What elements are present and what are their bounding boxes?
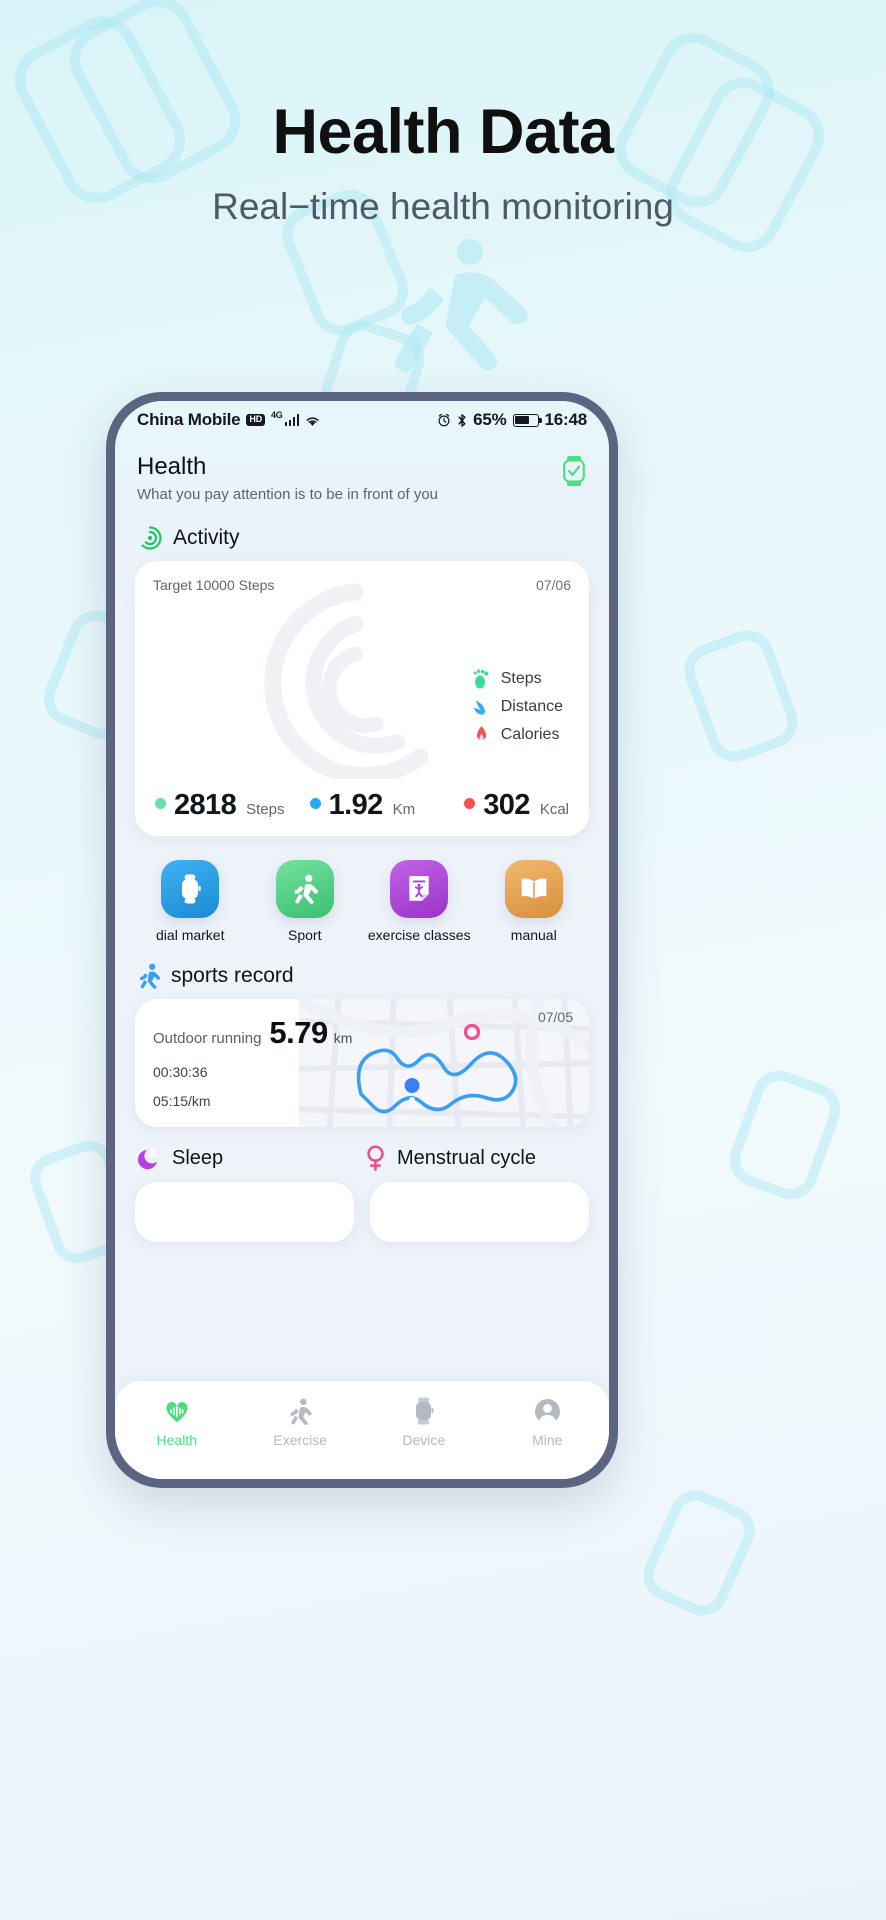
legend-label: Calories bbox=[500, 726, 560, 744]
female-symbol-icon bbox=[367, 1145, 384, 1172]
runner-icon bbox=[275, 860, 334, 919]
section-title-sports-record: sports record bbox=[115, 947, 609, 999]
sports-record-card[interactable]: 07/05 Outdoor running 5.79 km 00:30:36 0… bbox=[135, 999, 589, 1128]
tab-label: Exercise bbox=[273, 1432, 328, 1448]
sport-duration: 00:30:36 bbox=[153, 1064, 208, 1081]
phone-mockup: China Mobile HD 4G 65% 16:48 Health What… bbox=[106, 392, 618, 1488]
shortcut-label: Sport bbox=[288, 927, 322, 944]
app-scroll-container[interactable]: China Mobile HD 4G 65% 16:48 Health What… bbox=[115, 401, 609, 1479]
book-icon bbox=[504, 860, 563, 919]
carrier-label: China Mobile bbox=[137, 410, 241, 429]
app-subtitle: What you pay attention is to be in front… bbox=[137, 486, 439, 504]
watch-check-icon[interactable] bbox=[561, 455, 587, 492]
stat-value: 302 bbox=[483, 789, 530, 822]
stat-dot bbox=[464, 798, 476, 810]
sport-type-label: Outdoor running bbox=[153, 1030, 262, 1048]
section-title-activity: Activity bbox=[115, 509, 609, 561]
sport-pace: 05:15/km bbox=[153, 1093, 211, 1110]
watch-icon bbox=[362, 1395, 486, 1427]
tab-health[interactable]: Health bbox=[115, 1395, 239, 1448]
stat-dot bbox=[155, 798, 166, 810]
status-bar: China Mobile HD 4G 65% 16:48 bbox=[115, 401, 609, 439]
phone-screen: China Mobile HD 4G 65% 16:48 Health What… bbox=[115, 401, 609, 1479]
watch-face-icon bbox=[161, 860, 220, 919]
section-title-menstrual: Menstrual cycle bbox=[362, 1145, 587, 1172]
shortcut-label: manual bbox=[510, 927, 557, 944]
section-title-label: Menstrual cycle bbox=[397, 1147, 536, 1170]
app-header: Health What you pay attention is to be i… bbox=[115, 439, 609, 509]
legend-item-steps: Steps bbox=[473, 665, 563, 693]
footprint-icon bbox=[473, 669, 489, 689]
stat-unit: Kcal bbox=[539, 801, 569, 819]
menstrual-card[interactable] bbox=[370, 1182, 589, 1243]
wave-icon bbox=[473, 700, 486, 716]
app-title: Health bbox=[137, 453, 207, 480]
section-title-label: Sleep bbox=[172, 1147, 224, 1170]
activity-rings-icon bbox=[141, 526, 162, 550]
signal-bars-icon bbox=[284, 414, 300, 426]
shortcut-grid: dial market Sport exercise classes manua… bbox=[115, 836, 609, 947]
stat-distance: 1.92 Km bbox=[309, 789, 465, 822]
running-icon bbox=[139, 964, 161, 990]
progress-rings bbox=[264, 583, 429, 780]
rings-legend: Steps Distance Calories bbox=[473, 665, 563, 749]
runner-icon bbox=[239, 1395, 363, 1427]
battery-icon bbox=[512, 413, 542, 427]
hd-icon: HD bbox=[246, 414, 265, 426]
stat-unit: Km bbox=[392, 801, 416, 819]
alarm-clock-icon bbox=[438, 413, 450, 427]
sport-distance-value: 5.79 bbox=[269, 1015, 328, 1051]
shortcut-label: exercise classes bbox=[367, 927, 471, 944]
legend-item-calories: Calories bbox=[473, 721, 563, 749]
tab-mine[interactable]: Mine bbox=[486, 1395, 610, 1448]
legend-label: Steps bbox=[500, 670, 542, 688]
exercise-card-icon bbox=[390, 860, 449, 919]
activity-rings-chart: Steps Distance Calories bbox=[153, 579, 571, 787]
stat-dot bbox=[309, 798, 321, 810]
shortcut-sport[interactable]: Sport bbox=[248, 860, 363, 943]
stat-unit: Steps bbox=[246, 801, 285, 819]
moon-z-icon bbox=[137, 1149, 158, 1170]
tab-label: Device bbox=[402, 1432, 446, 1448]
section-title-sleep: Sleep bbox=[137, 1145, 362, 1172]
stat-steps: 2818 Steps bbox=[155, 789, 310, 822]
tab-label: Mine bbox=[532, 1432, 563, 1448]
shortcut-manual[interactable]: manual bbox=[477, 860, 592, 943]
page-subtitle: Real−time health monitoring bbox=[212, 186, 674, 227]
tab-device[interactable]: Device bbox=[362, 1395, 486, 1448]
dual-section-titles: Sleep Menstrual cycle bbox=[115, 1127, 609, 1182]
stat-calories: 302 Kcal bbox=[464, 789, 569, 822]
legend-label: Distance bbox=[500, 698, 563, 716]
heart-pulse-icon bbox=[115, 1395, 239, 1427]
stat-value: 2818 bbox=[174, 789, 237, 822]
shortcut-label: dial market bbox=[156, 927, 225, 944]
sleep-card[interactable] bbox=[135, 1182, 354, 1243]
activity-card[interactable]: Target 10000 Steps 07/06 Steps Distance … bbox=[135, 561, 589, 837]
legend-item-distance: Distance bbox=[473, 693, 563, 721]
shortcut-dial-market[interactable]: dial market bbox=[133, 860, 248, 943]
activity-stats: 2818 Steps 1.92 Km 302 Kcal bbox=[153, 787, 571, 822]
page-title: Health Data bbox=[272, 97, 614, 167]
section-title-label: sports record bbox=[171, 964, 294, 988]
battery-percent-label: 65% bbox=[473, 410, 507, 429]
sport-distance-unit: km bbox=[333, 1030, 353, 1047]
wifi-icon bbox=[306, 417, 319, 426]
section-title-label: Activity bbox=[173, 526, 240, 550]
clock-label: 16:48 bbox=[544, 410, 588, 429]
bottom-tab-bar: Health Exercise Device Mine bbox=[115, 1381, 609, 1479]
network-type-label: 4G bbox=[271, 410, 283, 420]
dual-cards-row bbox=[115, 1182, 609, 1243]
tab-label: Health bbox=[156, 1432, 197, 1448]
shortcut-exercise-classes[interactable]: exercise classes bbox=[362, 860, 477, 943]
flame-icon bbox=[476, 726, 486, 741]
runner-decoration bbox=[395, 239, 528, 372]
bluetooth-icon bbox=[458, 413, 466, 427]
stat-value: 1.92 bbox=[328, 789, 384, 822]
sport-date: 07/05 bbox=[537, 1009, 573, 1026]
tab-exercise[interactable]: Exercise bbox=[239, 1395, 363, 1448]
profile-icon bbox=[486, 1395, 610, 1427]
